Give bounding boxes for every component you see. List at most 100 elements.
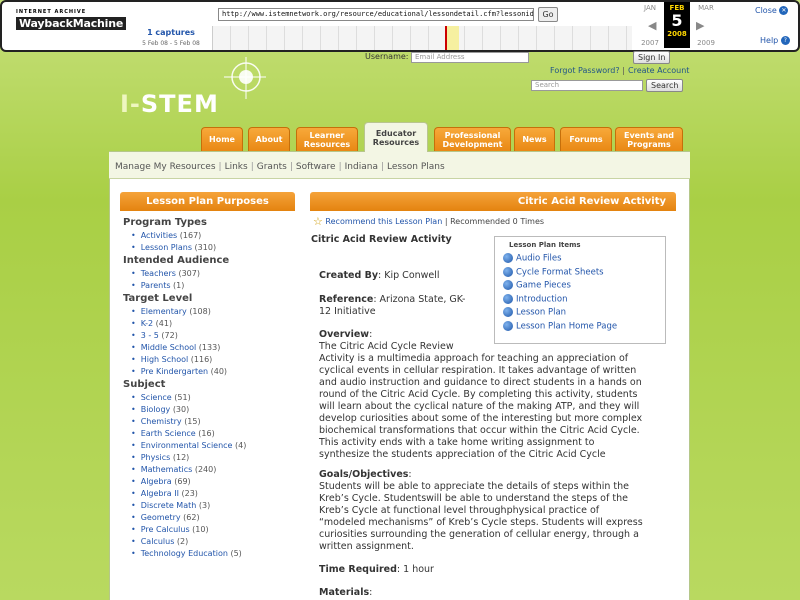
purpose-item-label[interactable]: Technology Education: [141, 549, 228, 558]
purpose-item-label[interactable]: Science: [141, 393, 172, 402]
purpose-item[interactable]: • Calculus (2): [131, 537, 292, 546]
purpose-item-label[interactable]: Pre Kindergarten: [141, 367, 208, 376]
help-label[interactable]: Help: [760, 36, 778, 45]
subnav-lesson-plans[interactable]: Lesson Plans: [387, 162, 445, 172]
wayback-go-button[interactable]: Go: [538, 7, 558, 22]
purpose-item[interactable]: • 3 - 5 (72): [131, 331, 292, 340]
purpose-item-label[interactable]: Geometry: [141, 513, 181, 522]
purpose-item[interactable]: • K-2 (41): [131, 319, 292, 328]
subnav-software[interactable]: Software: [296, 162, 336, 172]
subnav-grants[interactable]: Grants: [257, 162, 287, 172]
create-account-link[interactable]: Create Account: [628, 66, 689, 75]
purpose-item[interactable]: • Pre Calculus (10): [131, 525, 292, 534]
purpose-item-label[interactable]: Middle School: [141, 343, 197, 352]
purpose-item[interactable]: • Lesson Plans (310): [131, 243, 292, 252]
captures-link[interactable]: 1 captures: [132, 28, 210, 37]
purpose-item[interactable]: • Algebra (69): [131, 477, 292, 486]
materials-label: Materials: [319, 587, 370, 598]
lesson-plan-item-label[interactable]: Lesson Plan: [516, 308, 566, 318]
purpose-item[interactable]: • Earth Science (16): [131, 429, 292, 438]
purpose-item-label[interactable]: Calculus: [141, 537, 175, 546]
purpose-item[interactable]: • Science (51): [131, 393, 292, 402]
purpose-item[interactable]: • Geometry (62): [131, 513, 292, 522]
purpose-item[interactable]: • Biology (30): [131, 405, 292, 414]
purpose-item[interactable]: • Mathematics (240): [131, 465, 292, 474]
lesson-plan-item-link[interactable]: Cycle Format Sheets: [503, 266, 657, 277]
purpose-item-label[interactable]: Biology: [141, 405, 171, 414]
lesson-plan-item-label[interactable]: Game Pieces: [516, 281, 571, 291]
purpose-item-label[interactable]: Activities: [141, 231, 178, 240]
close-label[interactable]: Close: [755, 6, 777, 15]
lesson-plan-item-link[interactable]: Introduction: [503, 293, 657, 304]
subnav-manage-my-resources[interactable]: Manage My Resources: [115, 162, 216, 172]
wayback-url-input[interactable]: http://www.istemnetwork.org/resource/edu…: [218, 8, 534, 21]
search-input[interactable]: Search: [531, 80, 643, 91]
lesson-plan-item-link[interactable]: Audio Files: [503, 253, 657, 264]
star-icon[interactable]: ☆: [313, 215, 323, 228]
created-by: Created By: Kip Conwell: [319, 270, 440, 282]
wayback-timeline[interactable]: [212, 26, 632, 50]
wayback-close[interactable]: Close ✕: [755, 6, 789, 15]
next-arrow-icon[interactable]: ▶: [696, 19, 704, 32]
forgot-password-link[interactable]: Forgot Password?: [550, 66, 620, 75]
lesson-plan-item-link[interactable]: Lesson Plan: [503, 307, 657, 318]
help-icon[interactable]: ?: [780, 36, 790, 45]
purpose-item[interactable]: • Elementary (108): [131, 307, 292, 316]
search-button[interactable]: Search: [646, 79, 684, 92]
timeline-capture-mark[interactable]: [445, 26, 447, 50]
purpose-item-label[interactable]: Environmental Science: [141, 441, 233, 450]
subnav-sep: |: [338, 162, 342, 172]
purpose-item-label[interactable]: High School: [141, 355, 189, 364]
lesson-plan-item-label[interactable]: Introduction: [516, 294, 567, 304]
purpose-item-label[interactable]: K-2: [141, 319, 153, 328]
site-logo[interactable]: I-STEM: [120, 90, 219, 118]
tab-professional-development[interactable]: Professional Development: [434, 127, 511, 151]
purpose-item[interactable]: • Activities (167): [131, 231, 292, 240]
purpose-item-label[interactable]: Parents: [141, 281, 171, 290]
purpose-item-label[interactable]: Discrete Math: [141, 501, 197, 510]
tab-home[interactable]: Home: [201, 127, 243, 151]
purpose-item-label[interactable]: Pre Calculus: [141, 525, 190, 534]
purpose-item[interactable]: • Middle School (133): [131, 343, 292, 352]
tab-educator-resources[interactable]: Educator Resources: [364, 122, 428, 153]
wayback-logo[interactable]: INTERNET ARCHIVE WaybackMachine: [16, 10, 127, 30]
purpose-item[interactable]: • Technology Education (5): [131, 549, 292, 558]
purpose-item[interactable]: • Environmental Science (4): [131, 441, 292, 450]
purpose-item[interactable]: • Discrete Math (3): [131, 501, 292, 510]
purpose-item-label[interactable]: Algebra: [141, 477, 172, 486]
purpose-item[interactable]: • Pre Kindergarten (40): [131, 367, 292, 376]
purpose-item-label[interactable]: Earth Science: [141, 429, 196, 438]
subnav-links[interactable]: Links: [225, 162, 248, 172]
purpose-item[interactable]: • Algebra II (23): [131, 489, 292, 498]
tab-news[interactable]: News: [514, 127, 555, 151]
lesson-plan-item-link[interactable]: Game Pieces: [503, 280, 657, 291]
purpose-item[interactable]: • High School (116): [131, 355, 292, 364]
subnav-indiana[interactable]: Indiana: [345, 162, 378, 172]
sign-in-button[interactable]: Sign In: [633, 51, 671, 64]
purpose-item-label[interactable]: Physics: [141, 453, 171, 462]
lesson-plan-items-box: Lesson Plan Items Audio Files Cycle Forma…: [494, 236, 666, 344]
prev-arrow-icon[interactable]: ◀: [648, 19, 656, 32]
purpose-item[interactable]: • Parents (1): [131, 281, 292, 290]
recommend-link[interactable]: Recommend this Lesson Plan: [325, 217, 442, 226]
tab-forums[interactable]: Forums: [560, 127, 612, 151]
lesson-plan-item-label[interactable]: Audio Files: [516, 254, 562, 264]
tab-learner-resources[interactable]: Learner Resources: [296, 127, 358, 151]
bullet-icon: •: [131, 319, 136, 328]
purpose-item-label[interactable]: Algebra II: [141, 489, 179, 498]
purpose-item-label[interactable]: Mathematics: [141, 465, 193, 474]
email-field[interactable]: Email Address: [411, 52, 529, 63]
wayback-help[interactable]: Help ?: [760, 36, 790, 45]
lesson-plan-item-label[interactable]: Cycle Format Sheets: [516, 267, 604, 277]
purpose-item-label[interactable]: Teachers: [141, 269, 176, 278]
purpose-item-label[interactable]: Elementary: [141, 307, 187, 316]
close-icon[interactable]: ✕: [779, 6, 789, 15]
purpose-item[interactable]: • Chemistry (15): [131, 417, 292, 426]
purpose-item-label[interactable]: Chemistry: [141, 417, 182, 426]
tab-events-and-programs[interactable]: Events and Programs: [615, 127, 683, 151]
purpose-item-label[interactable]: Lesson Plans: [141, 243, 192, 252]
purpose-item-label[interactable]: 3 - 5: [141, 331, 159, 340]
tab-about[interactable]: About: [248, 127, 290, 151]
purpose-item[interactable]: • Physics (12): [131, 453, 292, 462]
purpose-item[interactable]: • Teachers (307): [131, 269, 292, 278]
